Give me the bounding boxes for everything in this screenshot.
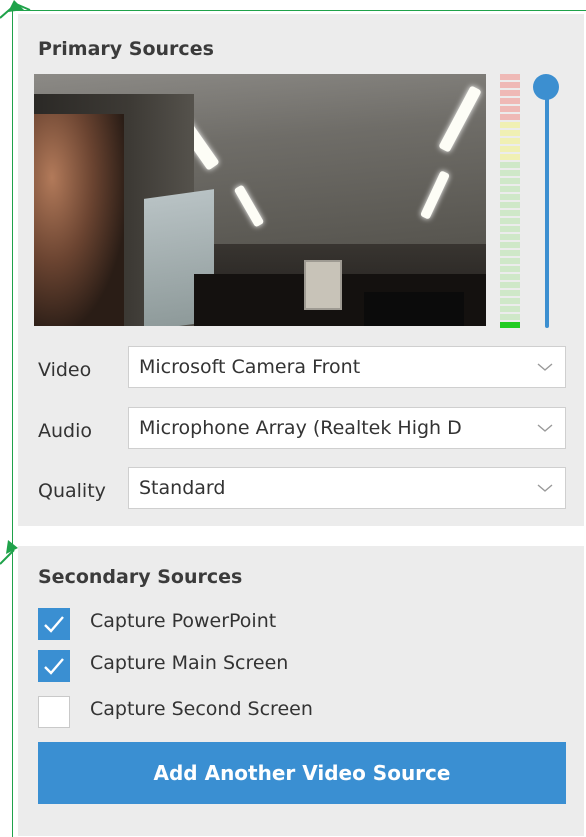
meter-segment — [500, 162, 520, 168]
capture-powerpoint-label: Capture PowerPoint — [90, 610, 277, 632]
volume-slider-track[interactable] — [545, 94, 549, 328]
meter-segment — [500, 266, 520, 272]
chevron-down-icon — [537, 363, 553, 371]
meter-segment — [500, 306, 520, 312]
meter-segment — [500, 98, 520, 104]
meter-segment — [500, 106, 520, 112]
audio-label: Audio — [38, 420, 93, 442]
meter-segment — [500, 290, 520, 296]
meter-segment — [500, 202, 520, 208]
audio-select[interactable]: Microphone Array (Realtek High D — [128, 407, 566, 449]
meter-segment — [500, 210, 520, 216]
meter-segment — [500, 282, 520, 288]
meter-segment — [500, 314, 520, 320]
video-label: Video — [38, 359, 92, 381]
meter-segment — [500, 322, 520, 328]
capture-main-screen-label: Capture Main Screen — [90, 652, 289, 674]
primary-sources-title: Primary Sources — [38, 38, 214, 60]
checkmark-icon — [44, 616, 64, 633]
meter-segment — [500, 146, 520, 152]
meter-segment — [500, 122, 520, 128]
meter-segment — [500, 274, 520, 280]
checkmark-icon — [44, 658, 64, 675]
checkbox-checked[interactable] — [38, 608, 70, 640]
quality-label: Quality — [38, 480, 106, 502]
secondary-sources-panel: Secondary Sources Capture PowerPoint Cap… — [18, 546, 584, 836]
capture-second-screen-label: Capture Second Screen — [90, 698, 313, 720]
checkbox-unchecked[interactable] — [38, 696, 70, 728]
preview-monitor — [364, 292, 464, 326]
camera-preview — [34, 74, 486, 326]
secondary-sources-title: Secondary Sources — [38, 566, 243, 588]
quality-select-value: Standard — [139, 477, 226, 499]
audio-level-meter — [500, 74, 520, 330]
video-select-value: Microsoft Camera Front — [139, 356, 361, 378]
preview-person — [34, 114, 124, 326]
checkbox-checked[interactable] — [38, 650, 70, 682]
meter-segment — [500, 90, 520, 96]
meter-segment — [500, 194, 520, 200]
meter-segment — [500, 170, 520, 176]
meter-segment — [500, 226, 520, 232]
meter-segment — [500, 82, 520, 88]
meter-segment — [500, 242, 520, 248]
primary-sources-panel: Primary Sources Video Microsoft Camera F… — [18, 14, 584, 526]
meter-segment — [500, 138, 520, 144]
quality-select[interactable]: Standard — [128, 467, 566, 509]
meter-segment — [500, 154, 520, 160]
chevron-down-icon — [537, 484, 553, 492]
volume-slider-knob[interactable] — [533, 74, 559, 100]
chevron-down-icon — [535, 408, 555, 448]
meter-segment — [500, 258, 520, 264]
audio-select-value: Microphone Array (Realtek High D — [139, 417, 462, 439]
meter-segment — [500, 74, 520, 80]
meter-segment — [500, 218, 520, 224]
add-video-source-button[interactable]: Add Another Video Source — [38, 742, 566, 804]
meter-segment — [500, 298, 520, 304]
meter-segment — [500, 186, 520, 192]
preview-picture-frame — [304, 260, 342, 310]
meter-segment — [500, 114, 520, 120]
meter-segment — [500, 130, 520, 136]
video-select[interactable]: Microsoft Camera Front — [128, 346, 566, 388]
meter-segment — [500, 234, 520, 240]
meter-segment — [500, 178, 520, 184]
meter-segment — [500, 250, 520, 256]
